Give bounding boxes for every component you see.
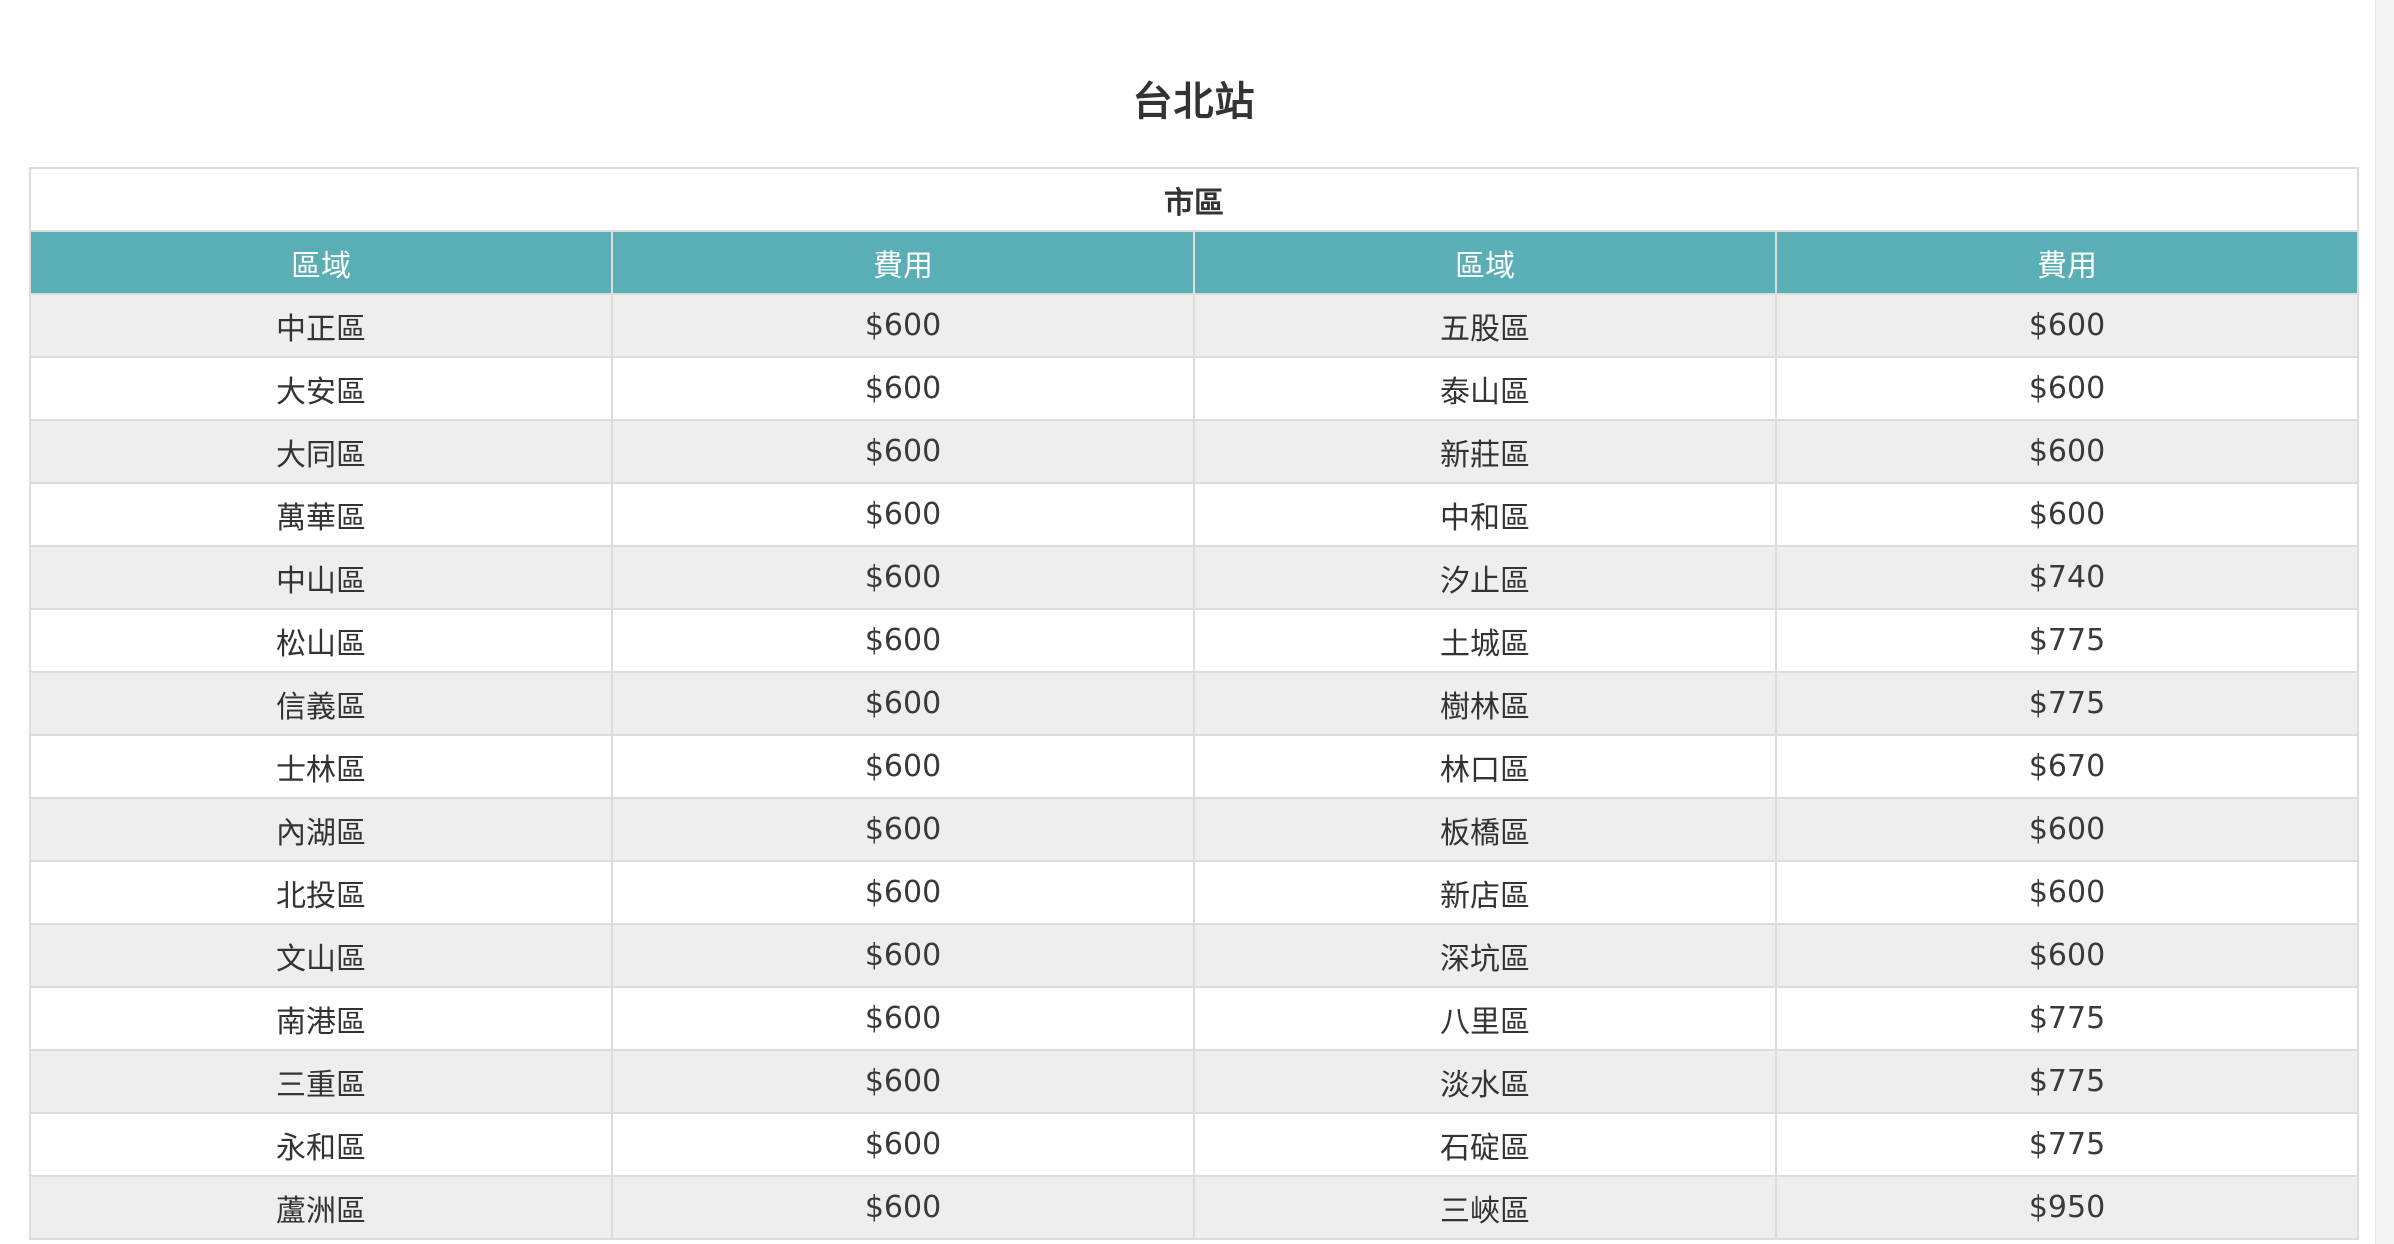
area-right-cell: 板橋區 [1193, 797, 1777, 862]
table-row: 文山區 $600 深坑區 $600 [29, 923, 2359, 988]
fee-left-cell: $600 [611, 923, 1195, 988]
area-right-cell: 中和區 [1193, 482, 1777, 547]
area-left-cell: 大同區 [29, 419, 613, 484]
area-right-cell: 三峽區 [1193, 1175, 1777, 1240]
fee-left-cell: $600 [611, 1112, 1195, 1177]
fee-right-cell: $600 [1775, 923, 2359, 988]
area-left-cell: 士林區 [29, 734, 613, 799]
area-right-cell: 汐止區 [1193, 545, 1777, 610]
area-left-cell: 北投區 [29, 860, 613, 925]
vertical-scrollbar[interactable] [2375, 0, 2394, 1244]
fee-left-cell: $600 [611, 1049, 1195, 1114]
table-row: 三重區 $600 淡水區 $775 [29, 1049, 2359, 1114]
area-left-cell: 永和區 [29, 1112, 613, 1177]
table-row: 南港區 $600 八里區 $775 [29, 986, 2359, 1051]
area-right-cell: 林口區 [1193, 734, 1777, 799]
fee-right-cell: $670 [1775, 734, 2359, 799]
table-row: 北投區 $600 新店區 $600 [29, 860, 2359, 925]
area-left-cell: 信義區 [29, 671, 613, 736]
area-left-cell: 中山區 [29, 545, 613, 610]
area-left-cell: 萬華區 [29, 482, 613, 547]
fee-right-cell: $600 [1775, 293, 2359, 358]
area-right-cell: 新店區 [1193, 860, 1777, 925]
area-right-cell: 泰山區 [1193, 356, 1777, 421]
area-left-cell: 松山區 [29, 608, 613, 673]
fee-right-cell: $600 [1775, 419, 2359, 484]
column-header-row: 區域 費用 區域 費用 [29, 230, 2359, 295]
table-row: 士林區 $600 林口區 $670 [29, 734, 2359, 799]
table-row: 大安區 $600 泰山區 $600 [29, 356, 2359, 421]
fee-left-cell: $600 [611, 545, 1195, 610]
table-row: 松山區 $600 土城區 $775 [29, 608, 2359, 673]
area-right-cell: 石碇區 [1193, 1112, 1777, 1177]
fee-left-cell: $600 [611, 482, 1195, 547]
table-row: 中正區 $600 五股區 $600 [29, 293, 2359, 358]
fee-right-cell: $775 [1775, 986, 2359, 1051]
area-right-cell: 土城區 [1193, 608, 1777, 673]
table-body: 中正區 $600 五股區 $600 大安區 $600 泰山區 $600 大同區 … [29, 293, 2359, 1240]
area-right-cell: 八里區 [1193, 986, 1777, 1051]
column-header-fee-left: 費用 [611, 230, 1195, 295]
fee-right-cell: $600 [1775, 860, 2359, 925]
table-row: 信義區 $600 樹林區 $775 [29, 671, 2359, 736]
area-left-cell: 中正區 [29, 293, 613, 358]
fee-right-cell: $775 [1775, 1112, 2359, 1177]
fee-left-cell: $600 [611, 356, 1195, 421]
area-left-cell: 內湖區 [29, 797, 613, 862]
fee-left-cell: $600 [611, 860, 1195, 925]
table-row: 萬華區 $600 中和區 $600 [29, 482, 2359, 547]
column-header-fee-right: 費用 [1775, 230, 2359, 295]
table-row: 大同區 $600 新莊區 $600 [29, 419, 2359, 484]
page-title: 台北站 [1132, 78, 1256, 125]
fee-right-cell: $600 [1775, 482, 2359, 547]
fee-right-cell: $775 [1775, 1049, 2359, 1114]
fee-left-cell: $600 [611, 419, 1195, 484]
fee-left-cell: $600 [611, 608, 1195, 673]
table-row: 蘆洲區 $600 三峽區 $950 [29, 1175, 2359, 1240]
column-header-area-right: 區域 [1193, 230, 1777, 295]
area-right-cell: 樹林區 [1193, 671, 1777, 736]
fee-left-cell: $600 [611, 1175, 1195, 1240]
area-right-cell: 淡水區 [1193, 1049, 1777, 1114]
table-row: 永和區 $600 石碇區 $775 [29, 1112, 2359, 1177]
fee-left-cell: $600 [611, 293, 1195, 358]
fee-table: 市區 區域 費用 區域 費用 中正區 $600 五股區 $600 大安區 $60… [29, 167, 2359, 1240]
fee-right-cell: $775 [1775, 608, 2359, 673]
section-header: 市區 [29, 167, 2359, 232]
fee-left-cell: $600 [611, 671, 1195, 736]
area-left-cell: 三重區 [29, 1049, 613, 1114]
fee-left-cell: $600 [611, 986, 1195, 1051]
area-left-cell: 大安區 [29, 356, 613, 421]
fee-left-cell: $600 [611, 797, 1195, 862]
area-left-cell: 文山區 [29, 923, 613, 988]
table-row: 中山區 $600 汐止區 $740 [29, 545, 2359, 610]
table-row: 內湖區 $600 板橋區 $600 [29, 797, 2359, 862]
area-right-cell: 五股區 [1193, 293, 1777, 358]
fee-right-cell: $775 [1775, 671, 2359, 736]
fee-right-cell: $950 [1775, 1175, 2359, 1240]
area-right-cell: 新莊區 [1193, 419, 1777, 484]
section-header-row: 市區 [29, 167, 2359, 232]
area-left-cell: 南港區 [29, 986, 613, 1051]
column-header-area-left: 區域 [29, 230, 613, 295]
area-left-cell: 蘆洲區 [29, 1175, 613, 1240]
area-right-cell: 深坑區 [1193, 923, 1777, 988]
fee-left-cell: $600 [611, 734, 1195, 799]
fee-right-cell: $600 [1775, 797, 2359, 862]
fee-right-cell: $740 [1775, 545, 2359, 610]
fee-right-cell: $600 [1775, 356, 2359, 421]
